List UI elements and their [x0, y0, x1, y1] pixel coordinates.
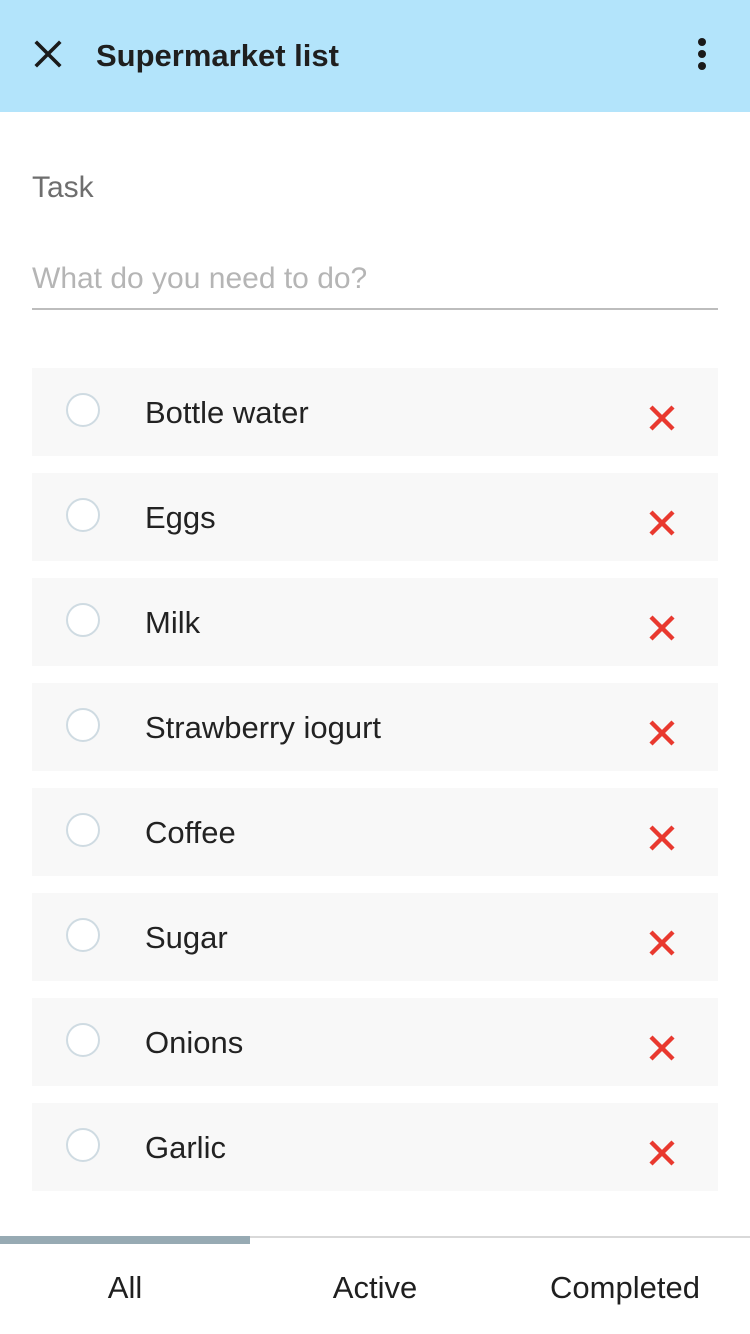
delete-button[interactable] [642, 818, 682, 858]
close-icon [33, 39, 63, 74]
tab-active[interactable]: Active [250, 1238, 500, 1334]
todo-checkbox[interactable] [66, 918, 100, 952]
todo-label: Eggs [145, 500, 216, 535]
more-options-button[interactable] [678, 32, 726, 80]
more-vertical-icon [696, 37, 708, 76]
delete-button[interactable] [642, 398, 682, 438]
task-field-label: Task [32, 171, 94, 204]
todo-item: Onions [32, 998, 718, 1086]
close-button[interactable] [24, 32, 72, 80]
todo-label: Bottle water [145, 395, 309, 430]
todo-checkbox[interactable] [66, 1128, 100, 1162]
todo-label: Sugar [145, 920, 228, 955]
delete-button[interactable] [642, 713, 682, 753]
delete-icon [649, 615, 675, 641]
todo-label: Strawberry iogurt [145, 710, 382, 745]
todo-item: Milk [32, 578, 718, 666]
todo-item: Eggs [32, 473, 718, 561]
todo-item: Sugar [32, 893, 718, 981]
delete-button[interactable] [642, 503, 682, 543]
todo-item: Garlic [32, 1103, 718, 1191]
tab-completed[interactable]: Completed [500, 1238, 750, 1334]
todo-checkbox[interactable] [66, 498, 100, 532]
delete-button[interactable] [642, 1133, 682, 1173]
delete-button[interactable] [642, 1028, 682, 1068]
app-header: Supermarket list [0, 0, 750, 112]
todo-checkbox[interactable] [66, 1023, 100, 1057]
filter-tabs: All Active Completed [0, 1236, 750, 1334]
delete-icon [649, 1035, 675, 1061]
todo-checkbox[interactable] [66, 813, 100, 847]
task-input[interactable] [32, 250, 718, 310]
todo-label: Garlic [145, 1130, 226, 1165]
delete-icon [649, 930, 675, 956]
todo-label: Onions [145, 1025, 244, 1060]
todo-item: Strawberry iogurt [32, 683, 718, 771]
todo-item: Bottle water [32, 368, 718, 456]
delete-icon [649, 405, 675, 431]
todo-label: Coffee [145, 815, 236, 850]
delete-icon [649, 510, 675, 536]
todo-checkbox[interactable] [66, 603, 100, 637]
delete-button[interactable] [642, 608, 682, 648]
todo-checkbox[interactable] [66, 708, 100, 742]
page-title: Supermarket list [96, 38, 339, 73]
delete-button[interactable] [642, 923, 682, 963]
todo-checkbox[interactable] [66, 393, 100, 427]
todo-item: Coffee [32, 788, 718, 876]
todo-label: Milk [145, 605, 201, 640]
delete-icon [649, 825, 675, 851]
todo-list: Bottle water Eggs Milk Strawberry iogurt… [32, 368, 718, 1208]
tab-all[interactable]: All [0, 1238, 250, 1334]
delete-icon [649, 1140, 675, 1166]
delete-icon [649, 720, 675, 746]
